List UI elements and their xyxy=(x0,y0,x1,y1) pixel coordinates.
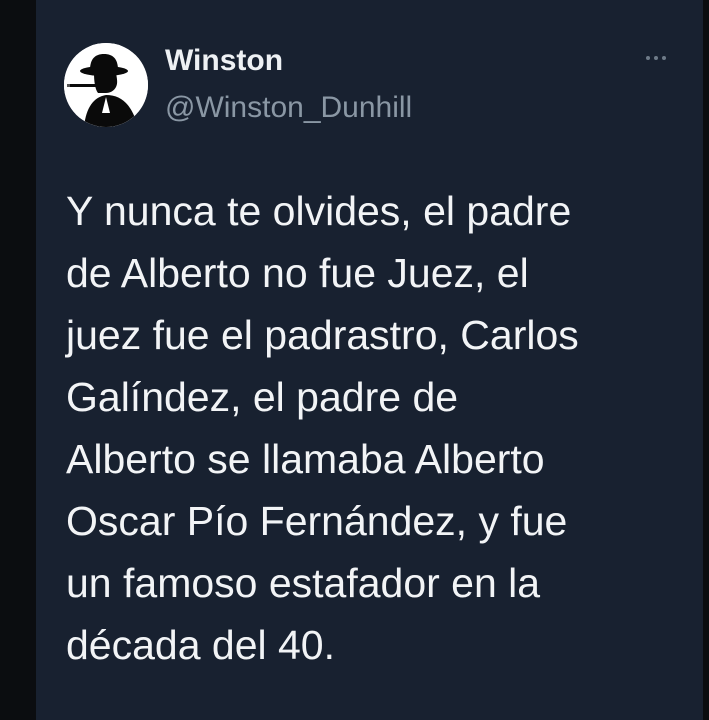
tweet-text-line: Alberto se llamaba Alberto xyxy=(66,436,545,482)
tweet-text-line: juez fue el padrastro, Carlos xyxy=(66,312,579,358)
more-options-button[interactable] xyxy=(636,44,676,72)
tweet-text-line: década del 40. xyxy=(66,622,336,668)
tweet-card[interactable]: Winston @Winston_Dunhill Y nunca te olvi… xyxy=(36,0,703,720)
tweet-text-line: Y nunca te olvides, el padre xyxy=(66,188,572,234)
tweet-text-line: Oscar Pío Fernández, y fue xyxy=(66,498,568,544)
tweet-text-line: un famoso estafador en la xyxy=(66,560,541,606)
avatar[interactable] xyxy=(64,43,148,127)
author-handle[interactable]: @Winston_Dunhill xyxy=(165,88,412,128)
author-display-name[interactable]: Winston xyxy=(165,41,283,81)
more-options-icon xyxy=(646,56,666,60)
tweet-text-line: de Alberto no fue Juez, el xyxy=(66,250,529,296)
silhouette-hat-cigar-icon xyxy=(64,43,148,127)
tweet-text: Y nunca te olvides, el padre de Alberto … xyxy=(66,180,696,676)
screenshot-frame: Winston @Winston_Dunhill Y nunca te olvi… xyxy=(0,0,709,720)
tweet-text-line: Galíndez, el padre de xyxy=(66,374,459,420)
